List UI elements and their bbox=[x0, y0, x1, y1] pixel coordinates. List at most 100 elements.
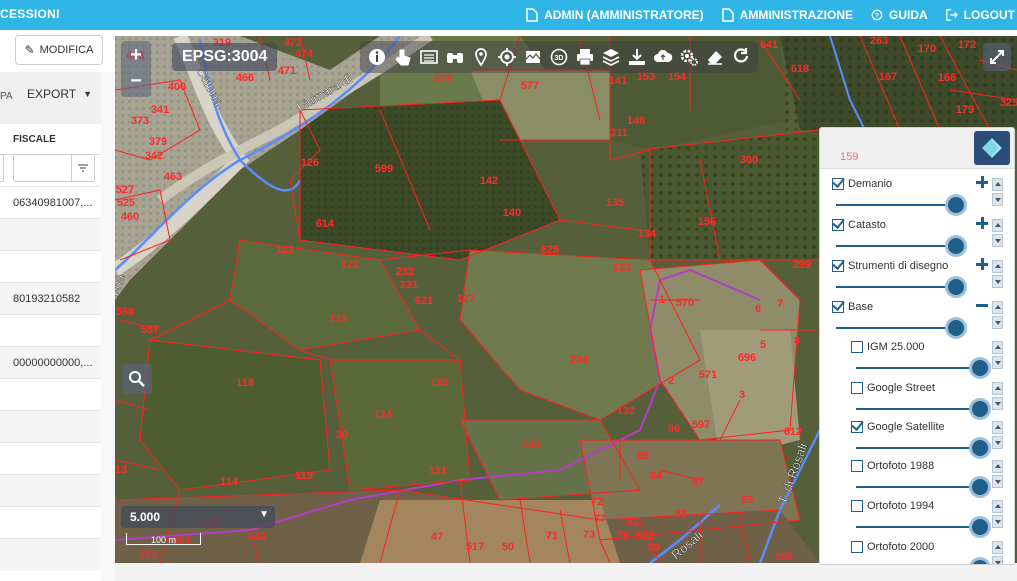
layer-order-control[interactable] bbox=[992, 341, 1003, 369]
parcel-label[interactable]: 124 bbox=[374, 409, 393, 421]
map-search-button[interactable] bbox=[122, 364, 152, 394]
opacity-slider[interactable] bbox=[836, 286, 956, 288]
parcel-label[interactable]: 141 bbox=[609, 75, 627, 87]
parcel-label[interactable]: 47 bbox=[431, 531, 443, 543]
layers-toggle-button[interactable] bbox=[974, 131, 1010, 165]
settings-button[interactable] bbox=[676, 44, 702, 70]
layer-order-control[interactable] bbox=[992, 421, 1003, 449]
layer-order-control[interactable] bbox=[992, 260, 1003, 288]
move-up-icon[interactable] bbox=[992, 382, 1003, 395]
parcel-label[interactable]: 612 bbox=[784, 426, 802, 438]
parcel-label[interactable]: 341 bbox=[151, 104, 169, 116]
opacity-slider[interactable] bbox=[836, 204, 956, 206]
pan-button[interactable] bbox=[390, 44, 416, 70]
move-down-icon[interactable] bbox=[992, 356, 1003, 369]
add-layer-icon[interactable] bbox=[976, 176, 988, 188]
layer-checkbox[interactable] bbox=[851, 421, 863, 433]
parcel-label[interactable]: 131 bbox=[429, 465, 447, 477]
filter-input[interactable] bbox=[13, 154, 71, 182]
parcel-label[interactable]: 82 bbox=[627, 516, 639, 528]
parcel-label[interactable]: 73 bbox=[583, 529, 595, 541]
layer-order-control[interactable] bbox=[992, 541, 1003, 564]
parcel-label[interactable]: 232 bbox=[396, 266, 414, 278]
table-row[interactable] bbox=[0, 538, 101, 571]
parcel-label[interactable]: 621 bbox=[415, 295, 433, 307]
add-layer-icon[interactable] bbox=[976, 258, 988, 270]
layer-order-control[interactable] bbox=[992, 219, 1003, 247]
layer-checkbox[interactable] bbox=[832, 219, 844, 231]
parcel-label[interactable]: 525 bbox=[117, 197, 135, 209]
parcel-label[interactable]: 400 bbox=[168, 81, 186, 93]
parcel-label[interactable]: 460 bbox=[121, 211, 139, 223]
table-row[interactable] bbox=[0, 410, 101, 443]
parcel-label[interactable]: 577 bbox=[521, 80, 539, 92]
parcel-label[interactable]: 140 bbox=[503, 207, 521, 219]
parcel-label[interactable]: 170 bbox=[918, 43, 936, 55]
opacity-slider[interactable] bbox=[856, 526, 980, 528]
layer-checkbox[interactable] bbox=[851, 460, 863, 472]
nav-guida[interactable]: ? GUIDA bbox=[871, 8, 928, 22]
table-row[interactable] bbox=[0, 250, 101, 283]
parcel-label[interactable]: 83 bbox=[648, 542, 660, 554]
move-up-icon[interactable] bbox=[992, 460, 1003, 473]
legend-button[interactable] bbox=[520, 44, 546, 70]
layer-checkbox[interactable] bbox=[832, 178, 844, 190]
parcel-label[interactable]: 255 bbox=[775, 551, 793, 563]
parcel-label[interactable]: 50 bbox=[502, 541, 514, 553]
search-binoculars-button[interactable] bbox=[442, 44, 468, 70]
opacity-slider[interactable] bbox=[856, 486, 980, 488]
parcel-label[interactable]: 72 bbox=[591, 496, 603, 508]
parcel-label[interactable]: 466 bbox=[236, 72, 254, 84]
parcel-label[interactable]: 148 bbox=[627, 115, 645, 127]
marker-button[interactable] bbox=[468, 44, 494, 70]
parcel-label[interactable]: 84 bbox=[650, 470, 663, 482]
move-down-icon[interactable] bbox=[992, 234, 1003, 247]
move-up-icon[interactable] bbox=[992, 421, 1003, 434]
parcel-label[interactable]: 142 bbox=[480, 175, 498, 187]
parcel-label[interactable]: 167 bbox=[879, 71, 897, 83]
parcel-label[interactable]: 342 bbox=[145, 150, 163, 162]
parcel-label[interactable]: 597 bbox=[692, 419, 710, 431]
parcel-label[interactable]: 233 bbox=[522, 439, 540, 451]
column-header[interactable]: FISCALE bbox=[0, 124, 101, 155]
parcel-label[interactable]: 88 bbox=[675, 508, 687, 520]
move-down-icon[interactable] bbox=[992, 193, 1003, 206]
parcel-label[interactable]: 166 bbox=[938, 72, 956, 84]
scale-select[interactable]: 5.000 ▼ bbox=[121, 506, 275, 528]
parcel-label[interactable]: 1 bbox=[659, 294, 665, 306]
parcel-label[interactable]: 463 bbox=[164, 171, 182, 183]
parcel-label[interactable]: 5 bbox=[760, 339, 766, 351]
collapse-layer-icon[interactable] bbox=[976, 304, 988, 307]
nav-admin[interactable]: ADMIN (AMMINISTRATORE) bbox=[526, 8, 704, 22]
refresh-button[interactable] bbox=[728, 44, 754, 70]
parcel-label[interactable]: 122 bbox=[341, 259, 359, 271]
parcel-label[interactable]: 325 bbox=[1000, 97, 1017, 109]
parcel-label[interactable]: 231 bbox=[400, 279, 418, 291]
layer-checkbox[interactable] bbox=[851, 341, 863, 353]
parcel-label[interactable]: 127 bbox=[457, 293, 475, 305]
nav-logout[interactable]: LOGOUT bbox=[945, 8, 1015, 22]
nav-amministrazione[interactable]: AMMINISTRAZIONE bbox=[721, 8, 853, 22]
tab-fragment[interactable]: PA bbox=[0, 91, 13, 102]
table-row[interactable] bbox=[0, 506, 101, 539]
parcel-label[interactable]: 85 bbox=[637, 450, 649, 462]
parcel-label[interactable]: 13 bbox=[115, 464, 127, 476]
parcel-label[interactable]: 121 bbox=[276, 244, 294, 256]
move-up-icon[interactable] bbox=[992, 541, 1003, 554]
move-down-icon[interactable] bbox=[992, 436, 1003, 449]
parcel-label[interactable]: 522 bbox=[636, 530, 654, 542]
parcel-label[interactable]: 517 bbox=[466, 541, 484, 553]
move-up-icon[interactable] bbox=[992, 301, 1003, 314]
move-up-icon[interactable] bbox=[992, 219, 1003, 232]
parcel-label[interactable]: 633 bbox=[248, 531, 266, 543]
move-up-icon[interactable] bbox=[992, 178, 1003, 191]
opacity-slider[interactable] bbox=[836, 245, 956, 247]
parcel-label[interactable]: 118 bbox=[236, 377, 254, 389]
zoom-out-button[interactable]: − bbox=[121, 69, 151, 95]
layer-checkbox[interactable] bbox=[832, 260, 844, 272]
parcel-label[interactable]: 641 bbox=[760, 39, 778, 51]
table-row[interactable] bbox=[0, 218, 101, 251]
parcel-label[interactable]: 30 bbox=[336, 429, 348, 441]
parcel-label[interactable]: 570 bbox=[676, 297, 694, 309]
parcel-label[interactable]: 299 bbox=[793, 259, 811, 271]
